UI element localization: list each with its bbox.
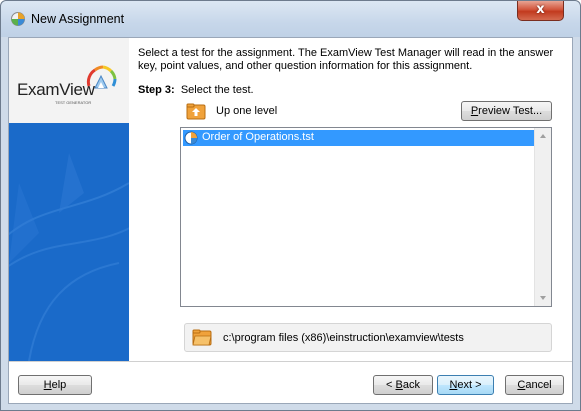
instruction-text: Select a test for the assignment. The Ex…	[138, 47, 554, 72]
test-file-list[interactable]: Order of Operations.tst	[180, 127, 552, 307]
app-icon	[11, 12, 25, 26]
new-assignment-window: New Assignment x ExamView TEST GENERATOR	[0, 0, 581, 411]
help-accelerator: H	[43, 379, 52, 391]
up-one-level-label: Up one level	[216, 105, 278, 117]
cancel-label: ancel	[525, 379, 552, 391]
next-button[interactable]: Next >	[437, 375, 494, 395]
test-file-icon	[184, 131, 198, 145]
step-label: Step 3:	[138, 84, 175, 96]
scroll-down-arrow-icon[interactable]	[540, 296, 546, 300]
current-folder-path: c:\program files (x86)\einstruction\exam…	[184, 323, 552, 352]
back-button[interactable]: < Back	[373, 375, 433, 395]
dialog-client-area: ExamView TEST GENERATOR Select a test fo…	[8, 37, 573, 404]
title-bar[interactable]: New Assignment x	[1, 1, 580, 37]
step-text: Select the test.	[180, 84, 254, 96]
back-label: ack	[402, 379, 420, 391]
window-title: New Assignment	[31, 12, 125, 26]
scroll-up-arrow-icon[interactable]	[540, 134, 546, 138]
close-button[interactable]: x	[517, 1, 564, 21]
close-icon: x	[536, 2, 545, 17]
folder-path-text: c:\program files (x86)\einstruction\exam…	[223, 332, 464, 344]
preview-test-button[interactable]: Preview Test...	[461, 101, 552, 121]
file-name: Order of Operations.tst	[202, 131, 314, 143]
examview-logo-tagline: TEST GENERATOR	[55, 100, 92, 105]
left-banner: ExamView TEST GENERATOR	[9, 38, 129, 361]
step-indicator: Step 3: Select the test.	[138, 84, 254, 96]
examview-logo-icon	[86, 65, 117, 89]
folder-up-icon	[186, 103, 206, 120]
next-label: ext >	[457, 379, 482, 391]
decorative-swirl-graphic	[9, 153, 129, 361]
button-bar-divider	[9, 361, 572, 362]
back-prefix: <	[386, 379, 396, 391]
folder-open-icon	[192, 329, 212, 346]
logo-area: ExamView TEST GENERATOR	[9, 38, 129, 123]
list-item[interactable]: Order of Operations.tst	[183, 130, 534, 146]
blue-decorative-panel	[9, 123, 129, 361]
preview-label: review Test...	[478, 105, 543, 117]
vertical-scrollbar[interactable]	[534, 128, 551, 306]
help-label: elp	[51, 379, 67, 391]
help-button[interactable]: Help	[18, 375, 92, 395]
back-accelerator: B	[395, 379, 403, 391]
cancel-button[interactable]: Cancel	[505, 375, 564, 395]
examview-logo-text: ExamView	[17, 80, 95, 99]
